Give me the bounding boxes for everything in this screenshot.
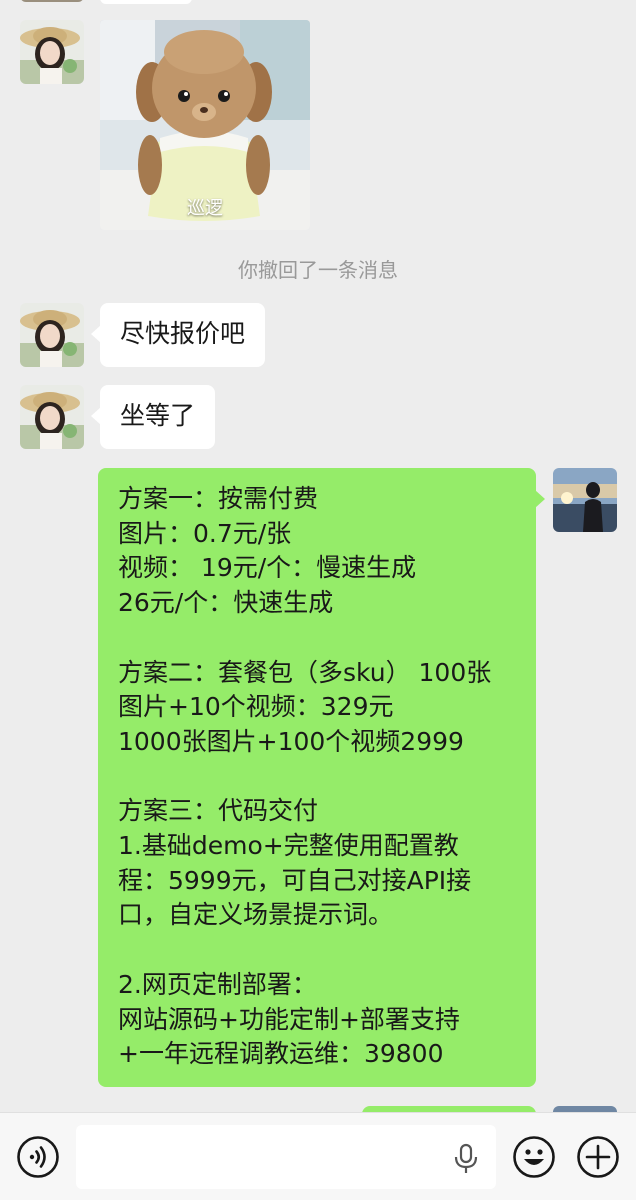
contact-avatar[interactable]	[20, 385, 84, 449]
sticker-caption: 巡逻	[187, 198, 223, 219]
emoji-icon[interactable]	[512, 1135, 556, 1179]
sunset-silhouette-icon	[553, 468, 617, 532]
input-bar	[0, 1112, 636, 1200]
microphone-icon[interactable]	[452, 1143, 480, 1175]
contact-avatar[interactable]	[20, 20, 84, 84]
girl-straw-hat-icon	[20, 20, 84, 84]
previous-message-fragment	[100, 0, 192, 4]
message-bubble-sent[interactable]: 方案一：按需付费 图片：0.7元/张 视频： 19元/个：慢速生成 26元/个：…	[98, 468, 545, 1087]
chat-area[interactable]: 巡逻 你撤回了一条消息 尽快报价吧 坐等了 方案一：按需付费 图片：0.7元/张…	[0, 0, 636, 1112]
plus-icon[interactable]	[576, 1135, 620, 1179]
sticker-message[interactable]: 巡逻	[100, 20, 310, 230]
message-bubble[interactable]: 坐等了	[90, 385, 216, 449]
my-avatar[interactable]	[553, 468, 617, 532]
girl-straw-hat-icon	[20, 385, 84, 449]
recall-notice: 你撤回了一条消息	[238, 258, 398, 282]
message-bubble[interactable]: 尽快报价吧	[90, 303, 266, 367]
voice-icon[interactable]	[16, 1135, 60, 1179]
message-input[interactable]	[76, 1125, 496, 1189]
contact-avatar[interactable]	[20, 303, 84, 367]
girl-straw-hat-icon	[20, 303, 84, 367]
previous-avatar-fragment	[20, 0, 84, 2]
